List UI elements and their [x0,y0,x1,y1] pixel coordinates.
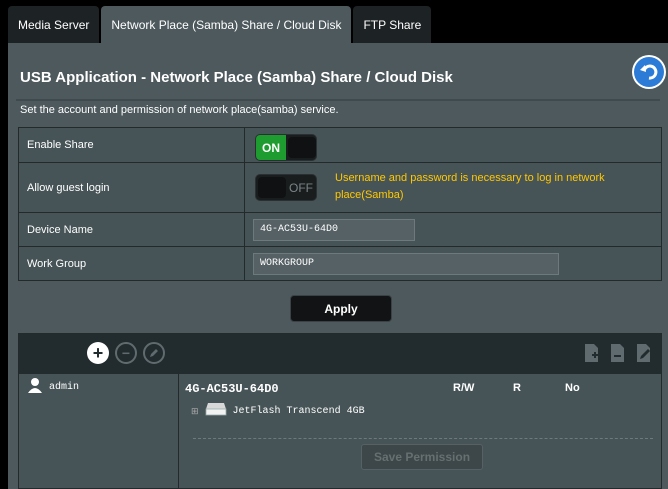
disk-row: ⊞ JetFlash Transcend 4GB [191,402,365,421]
tab-samba-share[interactable]: Network Place (Samba) Share / Cloud Disk [101,6,352,43]
page-description: Set the account and permission of networ… [20,104,339,116]
guest-login-note: Username and password is necessary to lo… [335,172,605,201]
guest-login-toggle[interactable]: OFF [255,174,317,201]
page-title: USB Application - Network Place (Samba) … [20,69,453,86]
enable-share-label: Enable Share [18,127,245,163]
account-name: admin [49,381,80,393]
guest-login-label: Allow guest login [18,162,245,213]
dashed-divider [193,438,653,439]
enable-share-toggle[interactable]: ON [255,134,317,161]
list-item[interactable]: admin [19,374,178,400]
disk-name[interactable]: JetFlash Transcend 4GB [233,406,365,417]
permission-toolbar: + − [19,334,661,374]
delete-folder-icon[interactable] [609,343,627,363]
edit-folder-icon[interactable] [635,343,653,363]
save-permission-button[interactable]: Save Permission [361,444,483,470]
back-arrow-icon [634,57,664,87]
remove-account-icon[interactable]: − [115,342,137,364]
back-button[interactable] [632,55,666,89]
edit-account-icon[interactable] [143,342,165,364]
enable-share-row: Enable Share ON [18,127,662,163]
add-folder-icon[interactable] [583,343,601,363]
perm-header-no: No [565,382,580,394]
expand-icon[interactable]: ⊞ [191,406,199,417]
drive-icon [205,402,227,421]
work-group-label: Work Group [18,246,245,281]
title-divider [16,99,660,101]
toggle-off-label: OFF [289,180,313,195]
folder-permission-area: 4G-AC53U-64D0 R/W R No ⊞ JetFlash Transc… [181,374,661,489]
permission-panel: + − admin 4G-AC53U-64D0 R/W R No ⊞ JetFl… [18,333,662,489]
apply-button[interactable]: Apply [290,295,392,322]
account-actions: + − [87,342,165,364]
guest-login-row: Allow guest login OFF Username and passw… [18,162,662,213]
device-name-row: Device Name 4G-AC53U-64D0 [18,212,662,247]
add-account-icon[interactable]: + [87,342,109,364]
work-group-input[interactable]: WORKGROUP [253,253,559,275]
tab-media-server[interactable]: Media Server [8,6,100,43]
device-heading: 4G-AC53U-64D0 [185,382,279,396]
user-icon [27,377,43,398]
perm-header-rw: R/W [453,382,475,394]
tab-ftp-share[interactable]: FTP Share [353,6,432,43]
toggle-knob [288,137,316,158]
device-name-input[interactable]: 4G-AC53U-64D0 [253,219,415,241]
account-list: admin [19,374,179,489]
device-name-label: Device Name [18,212,245,247]
settings-table: Enable Share ON Allow guest login OFF Us… [18,127,662,281]
folder-actions [583,343,653,363]
content-panel: USB Application - Network Place (Samba) … [8,43,668,489]
work-group-row: Work Group WORKGROUP [18,246,662,281]
toggle-knob [258,177,286,198]
perm-header-r: R [513,382,521,394]
toggle-on-label: ON [256,135,286,160]
tab-bar: Media Server Network Place (Samba) Share… [8,6,433,43]
